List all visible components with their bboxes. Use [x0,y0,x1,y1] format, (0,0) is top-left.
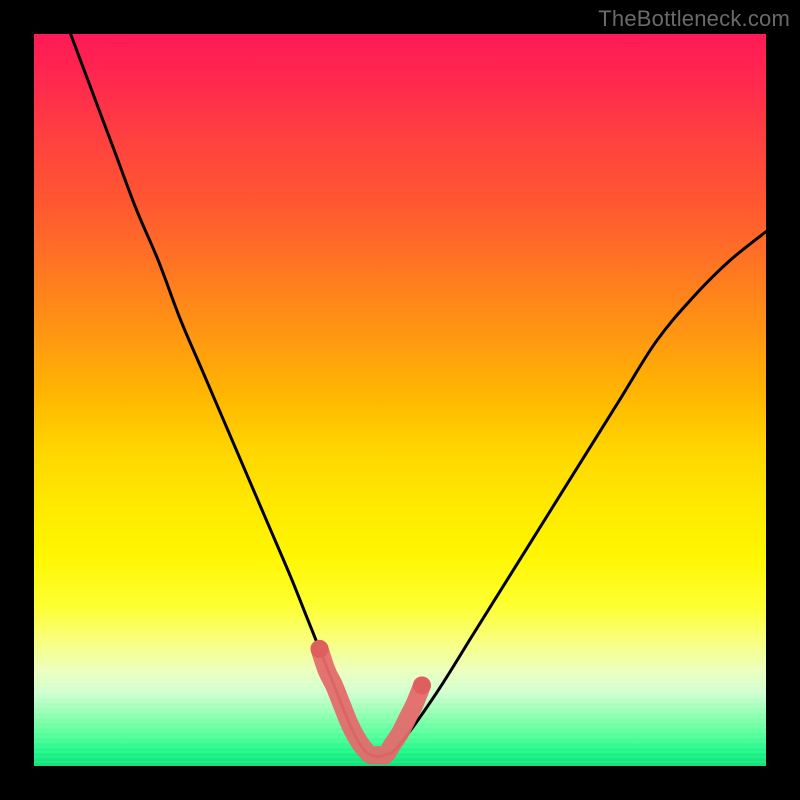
optimal-range-highlight [319,649,421,756]
chart-frame: TheBottleneck.com [0,0,800,800]
chart-svg [34,34,766,766]
plot-area [34,34,766,766]
bottleneck-curve [71,34,766,757]
highlight-endcap-left [310,640,328,658]
watermark-text: TheBottleneck.com [598,6,790,32]
highlight-endcap-right [413,676,431,694]
